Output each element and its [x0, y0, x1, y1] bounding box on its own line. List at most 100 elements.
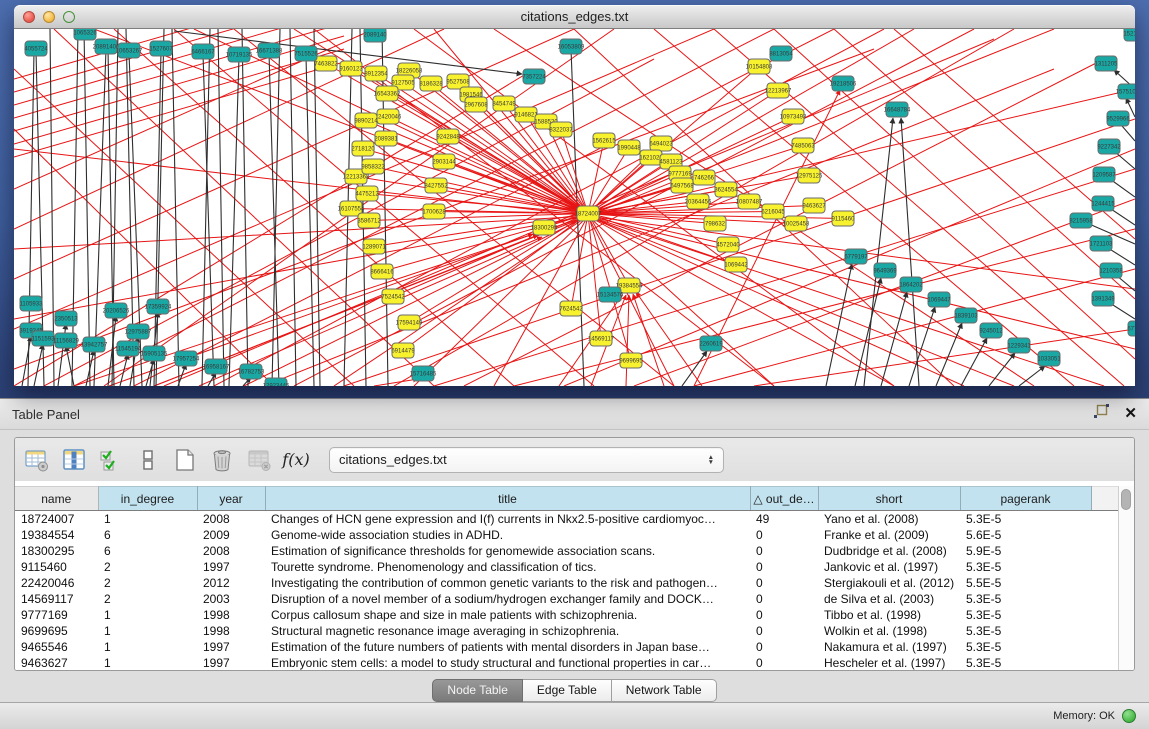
cell-out_degree[interactable]: 0 — [750, 559, 818, 575]
cell-short[interactable]: Tibbo et al. (1998) — [818, 607, 960, 623]
column-visibility-icon[interactable] — [60, 447, 88, 473]
cell-year[interactable]: 1998 — [197, 623, 265, 639]
red-edge[interactable] — [626, 295, 629, 386]
cell-name[interactable]: 14569117 — [15, 591, 98, 607]
cell-out_degree[interactable]: 0 — [750, 639, 818, 655]
close-panel-icon[interactable]: ✕ — [1124, 407, 1137, 421]
column-header-name[interactable]: name — [15, 487, 98, 511]
column-header-short[interactable]: short — [818, 487, 960, 511]
cell-short[interactable]: Jankovic et al. (1997) — [818, 559, 960, 575]
cell-name[interactable]: 18300295 — [15, 543, 98, 559]
red-edge[interactable] — [834, 29, 1135, 299]
column-header-year[interactable]: year — [197, 487, 265, 511]
red-edge[interactable] — [134, 29, 834, 386]
cell-name[interactable]: 9463627 — [15, 655, 98, 671]
network-canvas[interactable]: 1872400774638229160123891235418226058912… — [14, 29, 1135, 386]
cell-title[interactable]: Changes of HCN gene expression and I(f) … — [265, 511, 750, 528]
red-edge[interactable] — [588, 216, 1135, 349]
cell-short[interactable]: Stergiakouli et al. (2012) — [818, 575, 960, 591]
cell-out_degree[interactable]: 0 — [750, 591, 818, 607]
cell-name[interactable]: 22420046 — [15, 575, 98, 591]
delete-trash-icon[interactable] — [208, 447, 236, 473]
table-settings-icon[interactable] — [23, 447, 51, 473]
red-edge[interactable] — [14, 216, 588, 319]
cell-name[interactable]: 9699695 — [15, 623, 98, 639]
table-row[interactable]: 1872400712008Changes of HCN gene express… — [15, 511, 1118, 528]
cell-out_degree[interactable]: 0 — [750, 543, 818, 559]
cell-title[interactable]: Embryonic stem cells: a model to study s… — [265, 655, 750, 671]
table-row[interactable]: 977716911998Corpus callosum shape and si… — [15, 607, 1118, 623]
black-edge[interactable] — [961, 338, 987, 386]
red-edge[interactable] — [588, 29, 1054, 216]
red-edge[interactable] — [633, 294, 664, 386]
cell-year[interactable]: 1998 — [197, 607, 265, 623]
cell-year[interactable]: 1997 — [197, 559, 265, 575]
cell-year[interactable]: 2012 — [197, 575, 265, 591]
cell-out_degree[interactable]: 0 — [750, 607, 818, 623]
cell-pagerank[interactable]: 5.3E-5 — [960, 559, 1091, 575]
cell-year[interactable]: 2008 — [197, 511, 265, 528]
table-row[interactable]: 1830029562008Estimation of significance … — [15, 543, 1118, 559]
cell-name[interactable]: 18724007 — [15, 511, 98, 528]
red-edge[interactable] — [588, 29, 914, 216]
cell-pagerank[interactable]: 5.6E-5 — [960, 527, 1091, 543]
cell-in_degree[interactable]: 1 — [98, 623, 197, 639]
new-document-icon[interactable] — [171, 447, 199, 473]
red-edge[interactable] — [403, 214, 588, 351]
minimize-window-button[interactable] — [43, 11, 55, 23]
column-header-title[interactable]: title — [265, 487, 750, 511]
zoom-window-button[interactable] — [63, 11, 75, 23]
clear-selection-icon[interactable] — [134, 447, 162, 473]
black-edge[interactable] — [909, 307, 935, 386]
cell-short[interactable]: Nakamura et al. (1997) — [818, 639, 960, 655]
cell-in_degree[interactable]: 1 — [98, 511, 197, 528]
cell-title[interactable]: Genome-wide association studies in ADHD. — [265, 527, 750, 543]
cell-name[interactable]: 9115460 — [15, 559, 98, 575]
black-edge[interactable] — [242, 29, 248, 386]
citation-network-graph[interactable]: 1872400774638229160123891235418226058912… — [14, 29, 1135, 386]
red-edge[interactable] — [14, 49, 344, 144]
cell-out_degree[interactable]: 0 — [750, 575, 818, 591]
cell-out_degree[interactable]: 0 — [750, 623, 818, 639]
cell-pagerank[interactable]: 5.9E-5 — [960, 543, 1091, 559]
function-builder-icon[interactable]: f(x) — [282, 447, 310, 473]
table-panel-header[interactable]: Table Panel ✕ — [0, 399, 1149, 430]
cell-short[interactable]: Franke et al. (2009) — [818, 527, 960, 543]
cell-in_degree[interactable]: 1 — [98, 639, 197, 655]
cell-year[interactable]: 1997 — [197, 639, 265, 655]
cell-pagerank[interactable]: 5.3E-5 — [960, 639, 1091, 655]
table-row[interactable]: 2242004622012Investigating the contribut… — [15, 575, 1118, 591]
cell-in_degree[interactable]: 2 — [98, 559, 197, 575]
node-table[interactable]: namein_degreeyeartitle△ out_de…shortpage… — [15, 486, 1118, 671]
tab-network-table[interactable]: Network Table — [612, 679, 717, 702]
table-row[interactable]: 969969511998Structural magnetic resonanc… — [15, 623, 1118, 639]
cell-short[interactable]: Dudbridge et al. (2008) — [818, 543, 960, 559]
cell-in_degree[interactable]: 2 — [98, 591, 197, 607]
black-edge[interactable] — [202, 29, 210, 386]
black-edge[interactable] — [84, 29, 90, 386]
table-selector-dropdown[interactable]: citations_edges.txt ▲▼ — [329, 447, 724, 473]
cell-year[interactable]: 2008 — [197, 543, 265, 559]
black-edge[interactable] — [34, 344, 43, 386]
black-edge[interactable] — [682, 351, 707, 386]
cell-year[interactable]: 1997 — [197, 655, 265, 671]
cell-in_degree[interactable]: 1 — [98, 607, 197, 623]
cell-short[interactable]: Wolkin et al. (1998) — [818, 623, 960, 639]
black-edge[interactable] — [855, 278, 881, 386]
table-row[interactable]: 1456911722003Disruption of a novel membe… — [15, 591, 1118, 607]
cell-pagerank[interactable]: 5.3E-5 — [960, 591, 1091, 607]
close-window-button[interactable] — [23, 11, 35, 23]
red-edge[interactable] — [94, 29, 588, 216]
cell-title[interactable]: Estimation of the future numbers of pati… — [265, 639, 750, 655]
cell-in_degree[interactable]: 6 — [98, 543, 197, 559]
red-edge[interactable] — [14, 29, 344, 105]
tab-edge-table[interactable]: Edge Table — [523, 679, 612, 702]
cell-in_degree[interactable]: 2 — [98, 575, 197, 591]
table-scrollbar[interactable] — [1118, 486, 1134, 671]
red-edge[interactable] — [369, 214, 588, 221]
cell-title[interactable]: Structural magnetic resonance image aver… — [265, 623, 750, 639]
red-edge[interactable] — [588, 89, 1135, 216]
cell-pagerank[interactable]: 5.3E-5 — [960, 607, 1091, 623]
cell-title[interactable]: Investigating the contribution of common… — [265, 575, 750, 591]
cell-short[interactable]: de Silva et al. (2003) — [818, 591, 960, 607]
